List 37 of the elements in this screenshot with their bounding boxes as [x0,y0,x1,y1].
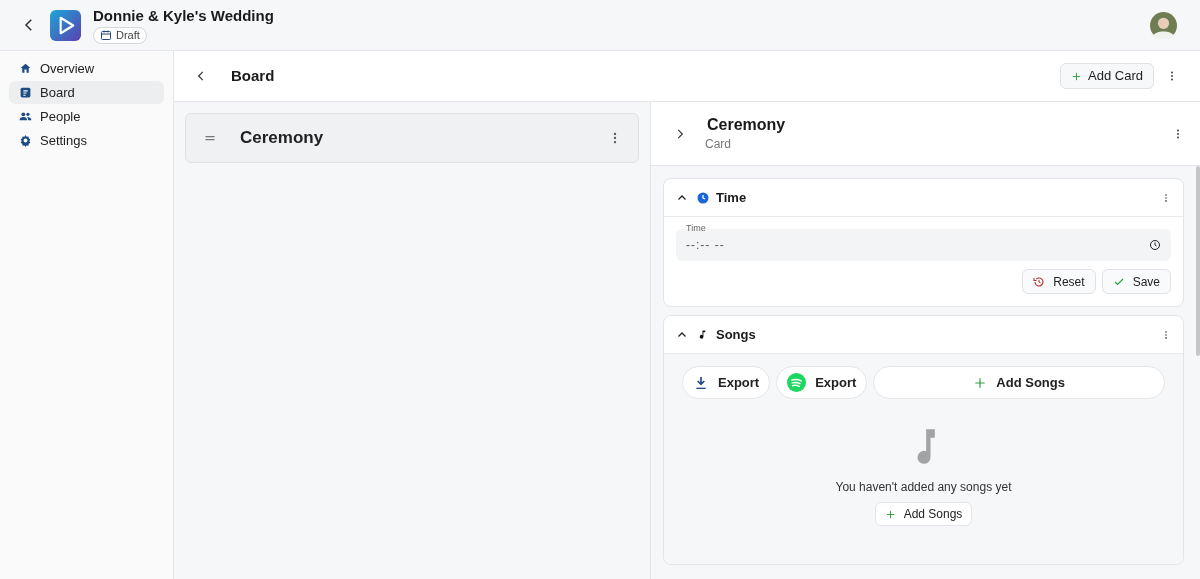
sidebar-item[interactable]: Settings [9,129,164,152]
people-icon [19,110,32,123]
sidebar-item[interactable]: Overview [9,57,164,80]
reset-button[interactable]: Reset [1022,269,1096,294]
app-logo-icon [50,9,81,41]
export-button[interactable]: Export [682,366,771,399]
section-title: Songs [716,325,757,344]
home-icon [19,62,32,75]
add-songs-button[interactable]: Add Songs [873,366,1165,399]
card-title: Ceremony [707,114,787,135]
scrollbar[interactable] [1196,166,1200,356]
sidebar-item[interactable]: People [9,105,164,128]
settings-icon [19,134,32,147]
add-songs-button[interactable]: Add Songs [874,502,973,526]
download-icon [693,374,709,391]
event-title: Donnie & Kyle's Wedding [93,6,274,25]
clock-icon [697,191,709,204]
board-title: Board [231,65,275,86]
section-title: Time [716,188,748,207]
sidebar-item[interactable]: Board [9,81,164,104]
spotify-icon [787,373,807,392]
export-button[interactable]: Export [776,366,868,399]
add-card-button[interactable]: Add Card [1060,63,1154,89]
music-note-icon [697,329,708,340]
plus-icon [884,508,896,520]
history-icon [1033,275,1046,288]
calendar-icon [100,29,112,41]
empty-state-text: You haven't added any songs yet [835,479,1012,496]
plus-icon [973,375,988,390]
board-card[interactable]: Ceremony [185,113,639,163]
card-subtitle: Card [705,135,732,153]
plus-icon [1071,70,1083,82]
clock-icon [1149,239,1161,251]
save-button[interactable]: Save [1101,269,1171,294]
board-icon [19,86,32,99]
avatar-icon [1150,11,1177,39]
status-badge: Draft [93,26,147,44]
